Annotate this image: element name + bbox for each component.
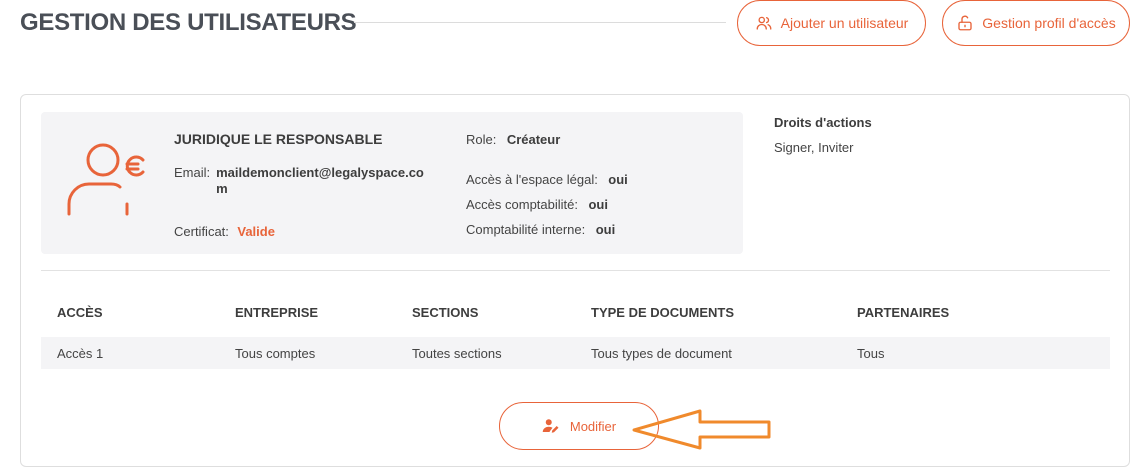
role-value: Créateur xyxy=(506,132,561,147)
title-divider xyxy=(354,22,726,23)
user-edit-icon xyxy=(542,419,559,433)
role-row: Role: Créateur xyxy=(466,131,560,149)
email-label: Email: xyxy=(174,165,211,180)
access-legal-row: Accès à l'espace légal: oui xyxy=(466,171,628,189)
internal-accounting-value: oui xyxy=(595,222,616,237)
users-icon xyxy=(756,16,772,30)
table-row: Accès 1 Tous comptes Toutes sections Tou… xyxy=(41,337,1110,369)
access-accounting-value: oui xyxy=(588,197,608,212)
cell-document-types: Tous types de document xyxy=(591,346,732,361)
user-euro-icon xyxy=(67,143,145,216)
email-row: Email: maildemonclient@legalyspace.com xyxy=(174,165,434,197)
add-user-button-label: Ajouter un utilisateur xyxy=(780,15,909,31)
modify-button-label: Modifier xyxy=(569,418,617,434)
unlock-icon xyxy=(958,15,972,31)
access-table-header: ACCÈS ENTREPRISE SECTIONS TYPE DE DOCUME… xyxy=(41,305,1110,325)
access-accounting-label: Accès comptabilité: xyxy=(466,197,578,212)
section-divider xyxy=(41,270,1110,271)
access-profile-button-label: Gestion profil d'accès xyxy=(982,15,1116,31)
column-header-partners: PARTENAIRES xyxy=(857,305,950,320)
add-user-button[interactable]: Ajouter un utilisateur xyxy=(737,0,926,46)
cell-partners: Tous xyxy=(857,346,885,361)
email-value: maildemonclient@legalyspace.com xyxy=(216,165,424,196)
cell-company: Tous comptes xyxy=(235,346,316,361)
page-title: GESTION DES UTILISATEURS xyxy=(20,9,357,36)
cell-access: Accès 1 xyxy=(57,346,104,361)
certificate-status: Valide xyxy=(237,224,275,239)
internal-accounting-label: Comptabilité interne: xyxy=(466,222,586,237)
access-legal-label: Accès à l'espace légal: xyxy=(466,172,598,187)
access-legal-value: oui xyxy=(608,172,628,187)
certificate-row: Certificat: Valide xyxy=(174,223,275,241)
column-header-company: ENTREPRISE xyxy=(235,305,319,320)
column-header-document-types: TYPE DE DOCUMENTS xyxy=(591,305,735,320)
internal-accounting-row: Comptabilité interne: oui xyxy=(466,221,615,239)
user-card: JURIDIQUE LE RESPONSABLE Email: maildemo… xyxy=(20,94,1130,467)
arrow-left-icon xyxy=(632,409,771,450)
access-accounting-row: Accès comptabilité: oui xyxy=(466,196,608,214)
role-label: Role: xyxy=(466,132,497,147)
action-rights-value: Signer, Inviter xyxy=(774,140,854,155)
certificate-label: Certificat: xyxy=(174,224,229,239)
action-rights-title: Droits d'actions xyxy=(774,115,872,130)
access-profile-button[interactable]: Gestion profil d'accès xyxy=(942,0,1130,46)
column-header-sections: SECTIONS xyxy=(412,305,479,320)
cell-sections: Toutes sections xyxy=(412,346,502,361)
user-info-panel: JURIDIQUE LE RESPONSABLE Email: maildemo… xyxy=(41,112,743,254)
column-header-access: ACCÈS xyxy=(57,305,103,320)
user-name: JURIDIQUE LE RESPONSABLE xyxy=(174,131,383,147)
